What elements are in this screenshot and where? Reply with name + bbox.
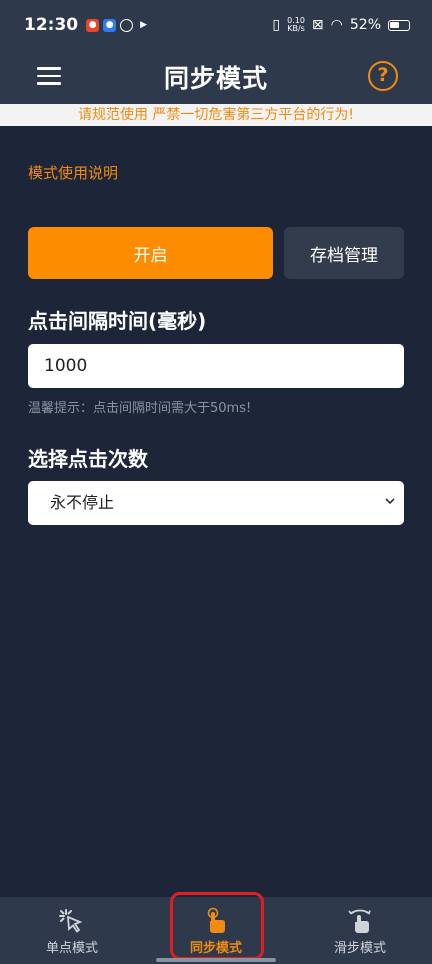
app-notification-icon	[120, 18, 134, 32]
battery-icon	[388, 19, 410, 31]
nav-item-swipe[interactable]: 滑步模式	[288, 897, 432, 964]
chevron-down-icon	[385, 498, 395, 505]
sim-icon: ⊠	[311, 17, 324, 33]
home-indicator[interactable]	[156, 958, 276, 962]
app-notification-icon: ●	[103, 18, 117, 32]
play-icon: ▶	[140, 19, 148, 30]
bottom-nav: 单点模式 同步模式 滑步模式	[0, 897, 432, 964]
nav-label: 同步模式	[189, 941, 242, 956]
app-header: 同步模式 ?	[0, 50, 432, 104]
nav-item-single[interactable]: 单点模式	[0, 897, 144, 964]
nav-label: 滑步模式	[333, 941, 386, 956]
nav-item-sync[interactable]: 同步模式	[144, 897, 288, 964]
warning-banner: 请规范使用 严禁一切危害第三方平台的行为!	[0, 104, 432, 126]
wifi-icon: ◠	[330, 17, 343, 33]
status-right: ▯ 0.10 KB/s ⊠ ◠ 52%	[272, 17, 410, 33]
vibrate-icon: ▯	[272, 17, 281, 33]
battery-text: 52%	[349, 17, 381, 33]
instructions-link[interactable]: 模式使用说明	[28, 162, 118, 183]
net-speed-unit: KB/s	[287, 24, 305, 33]
start-button[interactable]: 开启	[28, 227, 273, 279]
hand-pointer-icon	[207, 907, 225, 933]
net-speed: 0.10 KB/s	[287, 17, 305, 33]
save-manage-button[interactable]: 存档管理	[284, 227, 404, 279]
menu-icon[interactable]	[37, 67, 61, 85]
status-bar: 12:30 ● ● ▶ ▯ 0.10 KB/s ⊠ ◠ 52%	[0, 0, 432, 50]
count-label: 选择点击次数	[28, 447, 148, 471]
nav-label: 单点模式	[45, 941, 98, 956]
count-select[interactable]: 永不停止	[28, 481, 404, 525]
count-selected-value: 永不停止	[50, 493, 115, 512]
page-title: 同步模式	[163, 64, 268, 93]
interval-label: 点击间隔时间(毫秒)	[28, 309, 207, 333]
interval-hint: 温馨提示：点击间隔时间需大于50ms!	[28, 401, 252, 416]
tap-icon	[59, 909, 83, 933]
interval-input[interactable]: 1000	[28, 344, 404, 388]
status-time: 12:30	[24, 15, 79, 35]
help-icon[interactable]: ?	[368, 61, 398, 91]
app-notification-icon: ●	[86, 18, 100, 32]
swipe-icon	[348, 909, 371, 933]
